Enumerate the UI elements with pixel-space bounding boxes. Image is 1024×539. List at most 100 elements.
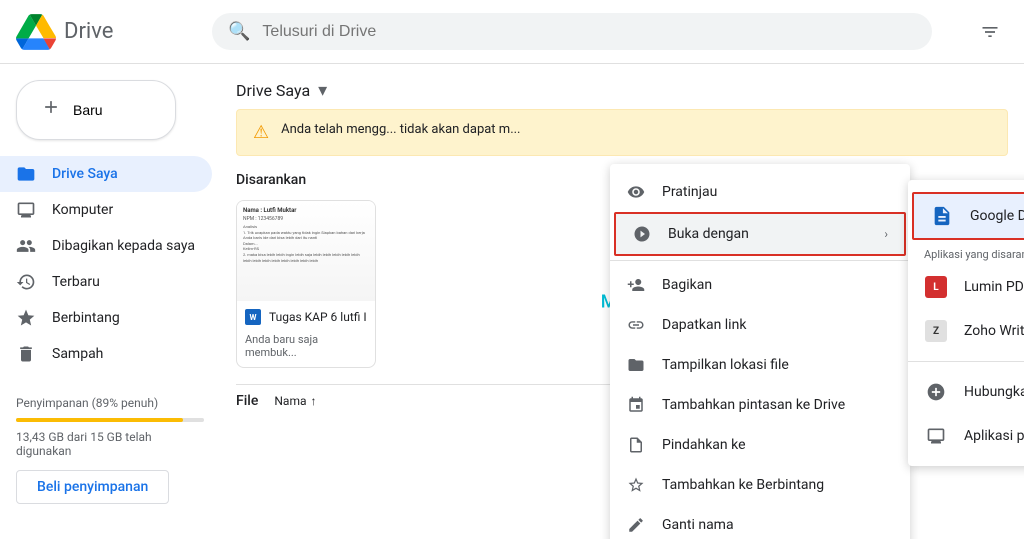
main-content: Drive Saya ▾ ⚠ Anda telah mengg... tidak…: [220, 64, 1024, 539]
file-card-sub: Anda baru saja membuk...: [237, 333, 375, 367]
drive-saya-icon: [16, 164, 36, 184]
sampah-icon: [16, 344, 36, 364]
menu-item-tambahkan-pintasan[interactable]: Tambahkan pintasan ke Drive: [610, 385, 910, 425]
sidebar-item-sampah[interactable]: Sampah: [0, 336, 212, 372]
buka-dengan-label: Buka dengan: [668, 226, 868, 242]
search-input[interactable]: [262, 23, 916, 41]
file-card-name: Tugas KAP 6 lutfi I: [269, 310, 367, 324]
berbintang-icon: [16, 308, 36, 328]
menu-item-pindahkan-ke[interactable]: Pindahkan ke: [610, 425, 910, 465]
plus-circle-icon: [924, 380, 948, 404]
new-button-label: Baru: [73, 102, 103, 118]
sidebar-item-komputer[interactable]: Komputer: [0, 192, 212, 228]
menu-divider-1: [610, 260, 910, 261]
submenu: Google Dokumen Aplikasi yang disarankan …: [908, 180, 1024, 466]
chevron-down-icon[interactable]: ▾: [318, 80, 327, 101]
submenu-item-aplikasi-komputer[interactable]: Aplikasi pada Komputer Anda: [908, 414, 1024, 458]
bagikan-label: Bagikan: [662, 277, 894, 293]
app-name: Drive: [64, 19, 113, 44]
menu-item-tampilkan-lokasi[interactable]: Tampilkan lokasi file: [610, 345, 910, 385]
pindahkan-ke-label: Pindahkan ke: [662, 437, 894, 453]
search-icon: 🔍: [228, 21, 250, 42]
search-bar[interactable]: 🔍: [212, 13, 932, 50]
sidebar: Baru Drive Saya Komputer Dibagikan kepad…: [0, 64, 220, 539]
menu-item-buka-dengan[interactable]: Buka dengan ›: [614, 212, 906, 256]
warning-text: Anda telah mengg... tidak akan dapat m..…: [281, 122, 520, 137]
file-card[interactable]: Nama : Lutfi Muktar NPM : 123456789 Anal…: [236, 200, 376, 368]
filter-icon[interactable]: [972, 14, 1008, 50]
menu-item-dapatkan-link[interactable]: Dapatkan link: [610, 305, 910, 345]
menu-item-tambahkan-berbintang[interactable]: Tambahkan ke Berbintang: [610, 465, 910, 505]
submenu-item-hubungkan[interactable]: Hubungkan aplikasi lainnya: [908, 370, 1024, 414]
submenu-item-lumin-pdf[interactable]: L Lumin PDF - Edit or Sign Documents: [908, 265, 1024, 309]
tambahkan-berbintang-icon: [626, 475, 646, 495]
tampilkan-lokasi-icon: [626, 355, 646, 375]
zoho-icon: Z: [924, 319, 948, 343]
dapatkan-link-icon: [626, 315, 646, 335]
file-preview: Nama : Lutfi Muktar NPM : 123456789 Anal…: [237, 201, 375, 301]
ganti-nama-icon: [626, 515, 646, 535]
sort-label: Nama: [274, 394, 306, 408]
main-layout: Baru Drive Saya Komputer Dibagikan kepad…: [0, 64, 1024, 539]
sort-button[interactable]: Nama ↑: [274, 394, 316, 408]
content-title: Drive Saya: [236, 81, 310, 100]
files-section-title: File: [236, 393, 258, 409]
warning-icon: ⚠: [253, 122, 269, 143]
ganti-nama-label: Ganti nama: [662, 517, 894, 533]
sidebar-item-label: Dibagikan kepada saya: [52, 238, 195, 254]
sidebar-item-drive-saya[interactable]: Drive Saya: [0, 156, 212, 192]
menu-item-pratinjau[interactable]: Pratinjau: [610, 172, 910, 212]
dibagikan-icon: [16, 236, 36, 256]
tampilkan-lokasi-label: Tampilkan lokasi file: [662, 357, 894, 373]
content-header: Drive Saya ▾: [236, 64, 1008, 109]
file-card-info: W Tugas KAP 6 lutfi I: [237, 301, 375, 333]
sidebar-item-label: Berbintang: [52, 310, 120, 326]
buy-storage-button[interactable]: Beli penyimpanan: [16, 470, 169, 504]
menu-item-ganti-nama[interactable]: Ganti nama: [610, 505, 910, 539]
google-dokumen-label: Google Dokumen: [970, 208, 1024, 224]
storage-fill: [16, 418, 183, 422]
storage-bar: [16, 418, 204, 422]
new-button[interactable]: Baru: [16, 80, 176, 140]
komputer-icon: [16, 200, 36, 220]
pindahkan-ke-icon: [626, 435, 646, 455]
submenu-section-label: Aplikasi yang disarankan: [908, 244, 1024, 265]
monitor-icon: [924, 424, 948, 448]
submenu-item-google-dokumen[interactable]: Google Dokumen: [912, 192, 1024, 240]
storage-title: Penyimpanan (89% penuh): [16, 396, 204, 410]
menu-item-bagikan[interactable]: Bagikan: [610, 265, 910, 305]
buka-dengan-icon: [632, 224, 652, 244]
bagikan-icon: [626, 275, 646, 295]
google-docs-icon: [930, 204, 954, 228]
tambahkan-pintasan-icon: [626, 395, 646, 415]
sidebar-item-dibagikan[interactable]: Dibagikan kepada saya: [0, 228, 212, 264]
context-menu: Pratinjau Buka dengan › Bagikan: [610, 164, 910, 539]
pratinjau-icon: [626, 182, 646, 202]
drive-logo-icon: [16, 12, 56, 52]
app-logo: Drive: [16, 12, 196, 52]
submenu-divider: [908, 361, 1024, 362]
sidebar-item-label: Terbaru: [52, 274, 100, 290]
zoho-writer-label: Zoho Writer: [964, 323, 1024, 339]
sidebar-item-label: Drive Saya: [52, 166, 118, 182]
sidebar-item-terbaru[interactable]: Terbaru: [0, 264, 212, 300]
warning-banner: ⚠ Anda telah mengg... tidak akan dapat m…: [236, 109, 1008, 156]
sidebar-item-label: Komputer: [52, 202, 113, 218]
lumin-icon: L: [924, 275, 948, 299]
lumin-pdf-label: Lumin PDF - Edit or Sign Documents: [964, 279, 1024, 295]
app-header: Drive 🔍: [0, 0, 1024, 64]
hubungkan-label: Hubungkan aplikasi lainnya: [964, 384, 1024, 400]
file-preview-content: Nama : Lutfi Muktar NPM : 123456789 Anal…: [237, 201, 375, 301]
chevron-right-icon: ›: [884, 227, 888, 241]
aplikasi-komputer-label: Aplikasi pada Komputer Anda: [964, 428, 1024, 444]
sidebar-item-label: Sampah: [52, 346, 103, 362]
plus-icon: [41, 97, 61, 123]
sidebar-item-berbintang[interactable]: Berbintang: [0, 300, 212, 336]
dapatkan-link-label: Dapatkan link: [662, 317, 894, 333]
pratinjau-label: Pratinjau: [662, 184, 894, 200]
storage-detail: 13,43 GB dari 15 GB telah digunakan: [16, 430, 204, 458]
word-icon: W: [245, 309, 261, 325]
sort-icon: ↑: [311, 394, 317, 408]
submenu-item-zoho-writer[interactable]: Z Zoho Writer: [908, 309, 1024, 353]
tambahkan-pintasan-label: Tambahkan pintasan ke Drive: [662, 397, 894, 413]
